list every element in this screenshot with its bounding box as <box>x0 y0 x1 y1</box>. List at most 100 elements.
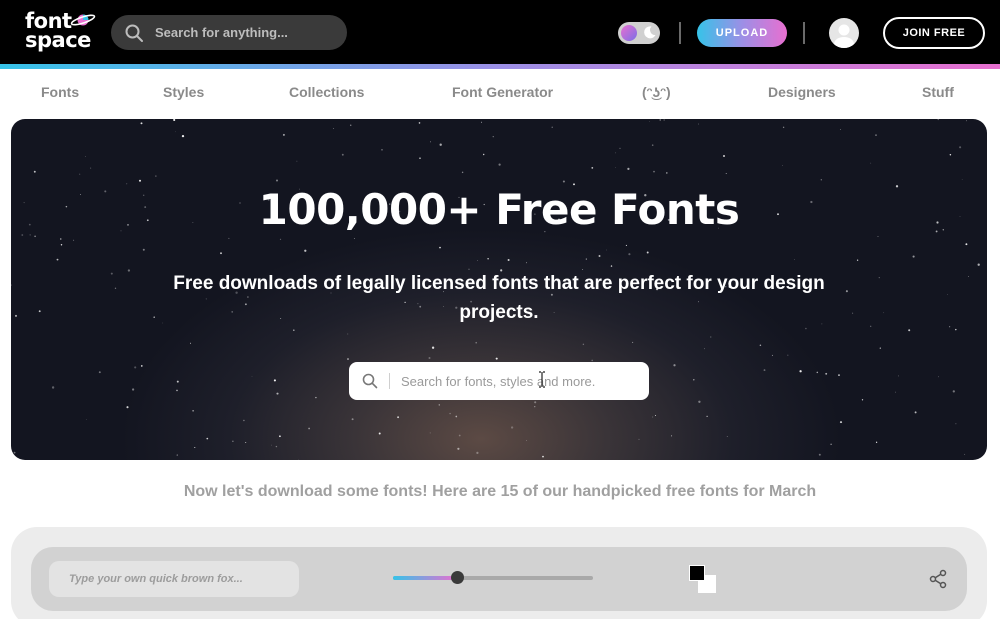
star <box>782 126 785 129</box>
star <box>949 154 952 156</box>
star <box>977 263 980 266</box>
slider-thumb[interactable] <box>451 571 464 584</box>
star <box>619 147 621 150</box>
nav-item-styles[interactable]: Styles <box>163 84 204 100</box>
star <box>646 251 649 254</box>
star <box>90 167 92 169</box>
star <box>952 390 955 393</box>
header-search-bar[interactable] <box>111 15 347 50</box>
star <box>606 249 607 251</box>
star <box>134 366 137 369</box>
upload-button[interactable]: UPLOAD <box>697 19 787 47</box>
hero-subtitle: Free downloads of legally licensed fonts… <box>173 273 825 323</box>
star <box>883 312 885 314</box>
star <box>825 372 828 375</box>
star <box>270 444 272 446</box>
star <box>615 152 617 154</box>
star <box>955 328 957 331</box>
star <box>477 260 478 261</box>
star <box>698 123 700 125</box>
star <box>333 128 335 129</box>
star <box>431 346 435 349</box>
star <box>228 237 230 239</box>
star <box>839 421 843 424</box>
star <box>458 434 461 437</box>
star <box>710 336 712 338</box>
star <box>830 443 832 445</box>
star <box>937 119 939 121</box>
star <box>438 404 441 406</box>
star <box>155 175 157 177</box>
star <box>428 357 431 359</box>
header-divider <box>803 22 805 44</box>
star <box>818 453 821 456</box>
star <box>176 454 178 456</box>
preview-text-input[interactable] <box>49 561 299 597</box>
star <box>591 359 594 362</box>
star <box>98 371 101 374</box>
star <box>585 258 587 260</box>
foreground-color-swatch[interactable] <box>689 565 705 581</box>
star <box>131 388 135 391</box>
nav-item-emoticons[interactable]: (ᵔ͜ʖᵔ) <box>642 84 671 100</box>
star <box>726 436 728 438</box>
star <box>799 370 802 373</box>
star <box>759 344 762 346</box>
hero-title: 100,000+ Free Fonts <box>258 185 740 234</box>
star <box>704 348 705 350</box>
star <box>816 371 819 374</box>
user-avatar-icon[interactable] <box>829 18 859 48</box>
star <box>947 294 948 295</box>
join-free-button[interactable]: JOIN FREE <box>883 17 985 49</box>
star <box>964 453 966 455</box>
text-cursor-icon <box>539 371 545 388</box>
logo-text-line2: space <box>25 28 91 52</box>
star <box>966 120 967 122</box>
star <box>955 423 957 425</box>
star <box>562 180 565 183</box>
star <box>51 386 55 389</box>
color-picker[interactable] <box>689 565 717 595</box>
star <box>381 149 383 151</box>
star <box>475 341 477 344</box>
nav-item-collections[interactable]: Collections <box>289 84 364 100</box>
hero-search-bar[interactable] <box>349 362 649 400</box>
nav-item-stuff[interactable]: Stuff <box>922 84 954 100</box>
star <box>771 354 773 356</box>
star <box>912 255 915 258</box>
hero-search-input[interactable] <box>401 362 641 400</box>
share-icon[interactable] <box>928 569 948 589</box>
star <box>610 265 613 267</box>
nav-item-fonts[interactable]: Fonts <box>41 84 79 100</box>
star <box>60 244 63 246</box>
star <box>787 354 789 356</box>
star <box>206 437 209 440</box>
star <box>487 258 489 260</box>
star <box>961 179 963 181</box>
fontspace-logo[interactable]: font space <box>25 10 99 54</box>
star <box>114 287 117 289</box>
theme-toggle[interactable] <box>618 22 660 44</box>
star <box>542 455 544 458</box>
nav-item-designers[interactable]: Designers <box>768 84 836 100</box>
star <box>308 427 310 430</box>
star <box>126 406 129 409</box>
star <box>725 173 727 175</box>
star <box>763 369 766 372</box>
star <box>38 310 41 313</box>
search-icon <box>362 373 378 389</box>
star <box>419 157 421 160</box>
font-size-slider[interactable] <box>393 571 593 584</box>
nav-item-font-generator[interactable]: Font Generator <box>452 84 553 100</box>
header-search-input[interactable] <box>155 15 340 50</box>
star <box>659 119 661 121</box>
star <box>439 143 442 146</box>
main-nav: Fonts Styles Collections Font Generator … <box>0 69 1000 117</box>
slider-fill <box>393 576 457 580</box>
star <box>162 322 164 324</box>
star <box>110 272 113 275</box>
star <box>243 419 245 422</box>
star <box>638 438 640 440</box>
star <box>838 374 840 376</box>
star <box>628 253 631 256</box>
